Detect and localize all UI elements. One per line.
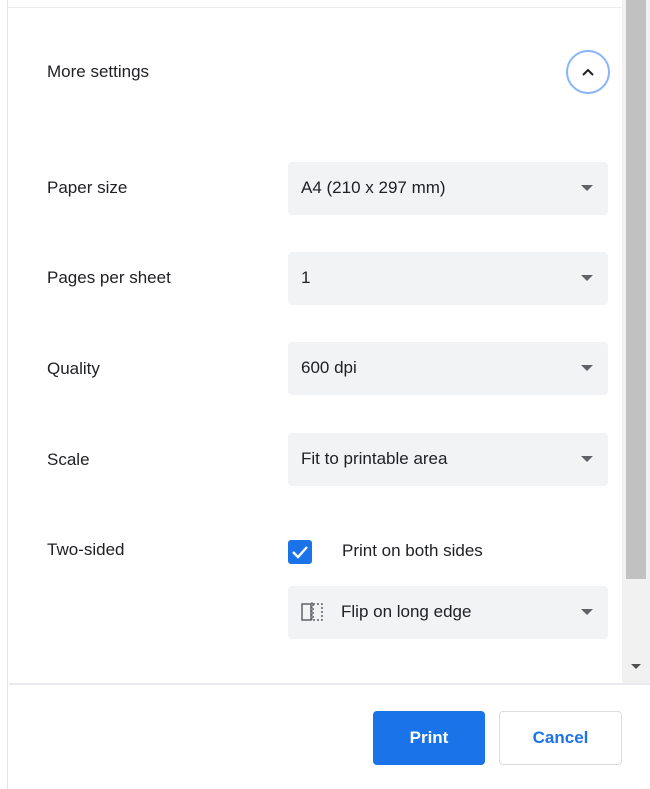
checkmark-icon: [292, 546, 308, 559]
settings-panel: More settings Paper size A4 (210 x 297 m…: [9, 8, 622, 683]
quality-select[interactable]: 600 dpi: [288, 342, 608, 395]
scale-label: Scale: [47, 450, 90, 469]
scale-value: Fit to printable area: [301, 449, 448, 468]
dropdown-arrow-icon: [581, 609, 593, 615]
print-both-sides-label[interactable]: Print on both sides: [342, 541, 483, 561]
flip-edge-value: Flip on long edge: [341, 602, 472, 621]
scroll-down-arrow-icon[interactable]: [631, 664, 641, 669]
dropdown-arrow-icon: [581, 275, 593, 281]
pages-per-sheet-value: 1: [301, 268, 311, 287]
paper-size-value: A4 (210 x 297 mm): [301, 178, 446, 197]
flip-long-edge-icon: [301, 602, 323, 622]
window-top-edge: [8, 0, 622, 8]
more-settings-label: More settings: [47, 62, 150, 81]
cancel-button[interactable]: Cancel: [499, 711, 622, 765]
dialog-footer: Print Cancel: [9, 685, 650, 789]
scrollbar-thumb[interactable]: [626, 0, 646, 579]
flip-edge-select[interactable]: Flip on long edge: [288, 586, 608, 639]
scale-select[interactable]: Fit to printable area: [288, 433, 608, 486]
quality-value: 600 dpi: [301, 358, 357, 377]
chevron-up-icon: [582, 68, 594, 76]
pages-per-sheet-label: Pages per sheet: [47, 268, 171, 287]
print-both-sides-checkbox[interactable]: [288, 540, 312, 564]
two-sided-label: Two-sided: [47, 540, 125, 559]
more-settings-collapse-button[interactable]: [566, 50, 610, 94]
window-left-edge: [0, 0, 8, 789]
dropdown-arrow-icon: [581, 456, 593, 462]
vertical-scrollbar[interactable]: [622, 0, 650, 683]
dropdown-arrow-icon: [581, 365, 593, 371]
paper-size-label: Paper size: [47, 178, 128, 197]
pages-per-sheet-select[interactable]: 1: [288, 252, 608, 305]
dropdown-arrow-icon: [581, 185, 593, 191]
print-button[interactable]: Print: [373, 711, 485, 765]
paper-size-select[interactable]: A4 (210 x 297 mm): [288, 162, 608, 215]
quality-label: Quality: [47, 359, 100, 378]
